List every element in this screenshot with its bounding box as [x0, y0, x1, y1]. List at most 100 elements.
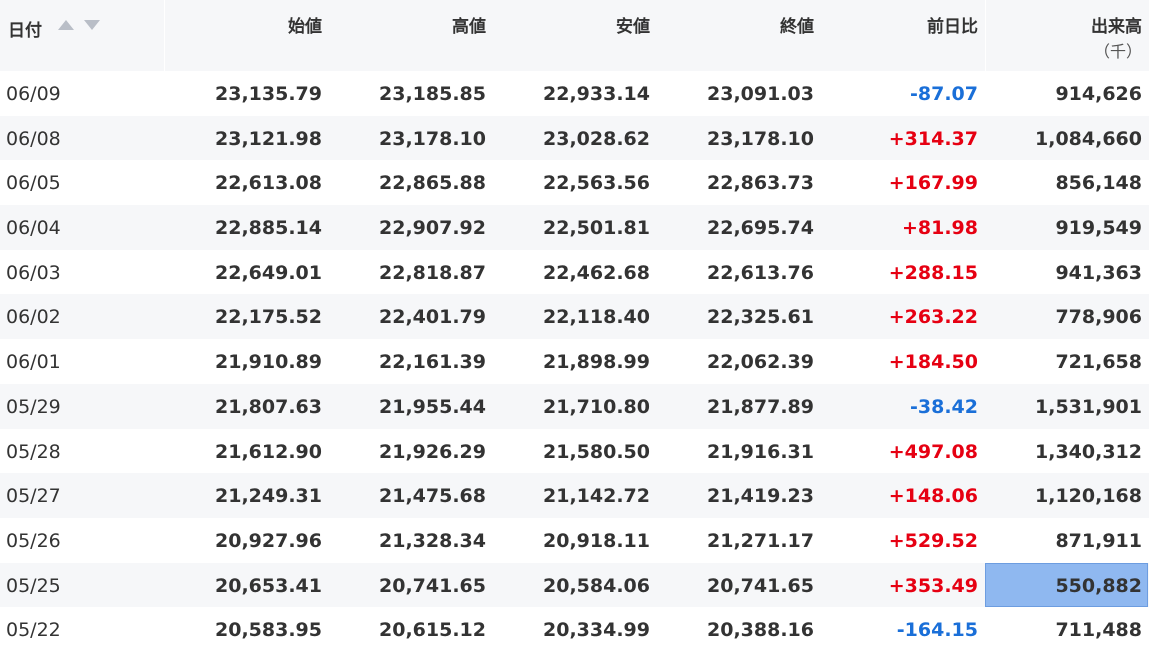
- cell-high: 21,955.44: [379, 395, 486, 418]
- cell-volume[interactable]: 1,340,312: [986, 429, 1142, 474]
- header-date[interactable]: 日付: [0, 0, 164, 71]
- cell-date: 05/29: [6, 395, 61, 418]
- header-date-label: 日付: [8, 21, 42, 41]
- table-row: 05/27 21,249.31 21,475.68 21,142.72 21,419.2…: [0, 473, 1149, 518]
- cell-close: 23,178.10: [707, 127, 814, 150]
- cell-close: 22,325.61: [707, 306, 814, 329]
- cell-close: 21,877.89: [707, 395, 814, 418]
- table-row: 06/02 22,175.52 22,401.79 22,118.40 22,325.6…: [0, 294, 1149, 340]
- header-close: 終値: [652, 0, 814, 71]
- cell-date: 06/04: [6, 217, 61, 240]
- cell-high: 22,907.92: [379, 217, 486, 240]
- cell-change: -38.42: [910, 395, 978, 418]
- cell-high: 21,926.29: [379, 440, 486, 463]
- table-row: 06/08 23,121.98 23,178.10 23,028.62 23,178.1…: [0, 115, 1149, 161]
- cell-change: -87.07: [910, 83, 978, 105]
- cell-high: 20,615.12: [379, 619, 486, 642]
- cell-date: 05/26: [6, 529, 61, 552]
- cell-change: +497.08: [888, 440, 978, 463]
- cell-change: +81.98: [901, 217, 978, 240]
- cell-high: 23,185.85: [379, 83, 486, 105]
- cell-change: -164.15: [896, 619, 978, 642]
- table-row: 06/04 22,885.14 22,907.92 22,501.81 22,695.7…: [0, 205, 1149, 250]
- price-history-table: 日付 始値 高値 安値 終値 前日比 出来高 （千） 06/09 23,135.7…: [0, 0, 1149, 650]
- cell-change: +314.37: [888, 127, 978, 150]
- cell-change: +529.52: [888, 529, 978, 552]
- table-row: 06/03 22,649.01 22,818.87 22,462.68 22,613.7…: [0, 250, 1149, 295]
- sort-control[interactable]: [58, 18, 102, 32]
- cell-low: 22,462.68: [543, 261, 650, 284]
- cell-high: 23,178.10: [379, 127, 486, 150]
- cell-volume[interactable]: 941,363: [986, 250, 1142, 295]
- sort-descending-icon[interactable]: [84, 20, 100, 30]
- header-close-label: 終値: [780, 17, 814, 37]
- header-low: 安値: [488, 0, 650, 71]
- cell-low: 20,584.06: [543, 574, 650, 597]
- cell-close: 22,695.74: [707, 217, 814, 240]
- cell-date: 06/03: [6, 261, 61, 284]
- header-change: 前日比: [816, 0, 978, 71]
- cell-open: 23,121.98: [215, 127, 322, 150]
- cell-change: +353.49: [888, 574, 978, 597]
- cell-low: 22,563.56: [543, 172, 650, 195]
- header-open-label: 始値: [288, 17, 322, 37]
- cell-volume[interactable]: 1,120,168: [986, 473, 1142, 518]
- cell-open: 21,612.90: [215, 440, 322, 463]
- cell-volume[interactable]: 778,906: [986, 294, 1142, 339]
- cell-open: 21,807.63: [215, 395, 322, 418]
- header-open: 始値: [160, 0, 322, 71]
- table-row: 05/22 20,583.95 20,615.12 20,334.99 20,388.1…: [0, 607, 1149, 650]
- cell-date: 05/27: [6, 485, 61, 508]
- cell-open: 20,653.41: [215, 574, 322, 597]
- cell-open: 20,583.95: [215, 619, 322, 642]
- cell-low: 21,710.80: [543, 395, 650, 418]
- cell-date: 05/22: [6, 619, 61, 642]
- cell-close: 22,613.76: [707, 261, 814, 284]
- cell-date: 06/09: [6, 83, 61, 105]
- cell-date: 06/02: [6, 306, 61, 329]
- table-row: 06/09 23,135.79 23,185.85 22,933.14 23,091.0…: [0, 71, 1149, 116]
- cell-volume[interactable]: 919,549: [986, 205, 1142, 250]
- cell-high: 22,865.88: [379, 172, 486, 195]
- cell-low: 20,334.99: [543, 619, 650, 642]
- cell-volume[interactable]: 871,911: [986, 518, 1142, 563]
- cell-open: 21,910.89: [215, 351, 322, 374]
- header-change-label: 前日比: [927, 17, 978, 37]
- cell-change: +148.06: [888, 485, 978, 508]
- cell-open: 22,649.01: [215, 261, 322, 284]
- cell-change: +167.99: [888, 172, 978, 195]
- cell-change: +288.15: [888, 261, 978, 284]
- table-row: 05/25 20,653.41 20,741.65 20,584.06 20,741.6…: [0, 562, 1149, 608]
- table-header: 日付 始値 高値 安値 終値 前日比 出来高 （千）: [0, 0, 1149, 71]
- cell-volume[interactable]: 856,148: [986, 160, 1142, 205]
- header-volume: 出来高 （千）: [986, 0, 1142, 71]
- cell-low: 22,933.14: [543, 83, 650, 105]
- cell-date: 06/05: [6, 172, 61, 195]
- cell-volume[interactable]: 1,531,901: [986, 384, 1142, 429]
- header-volume-unit: （千）: [1093, 42, 1142, 61]
- cell-volume[interactable]: 550,882: [986, 563, 1142, 608]
- cell-date: 06/08: [6, 127, 61, 150]
- table-row: 05/26 20,927.96 21,328.34 20,918.11 21,271.1…: [0, 518, 1149, 563]
- cell-volume[interactable]: 711,488: [986, 607, 1142, 650]
- cell-close: 22,863.73: [707, 172, 814, 195]
- cell-open: 20,927.96: [215, 529, 322, 552]
- cell-volume[interactable]: 914,626: [986, 71, 1142, 116]
- cell-low: 21,142.72: [543, 485, 650, 508]
- cell-date: 05/28: [6, 440, 61, 463]
- cell-close: 21,916.31: [707, 440, 814, 463]
- cell-low: 20,918.11: [543, 529, 650, 552]
- sort-ascending-icon[interactable]: [58, 20, 74, 30]
- cell-volume[interactable]: 721,658: [986, 339, 1142, 384]
- header-high: 高値: [324, 0, 486, 71]
- header-low-label: 安値: [616, 17, 650, 37]
- cell-open: 23,135.79: [215, 83, 322, 105]
- cell-high: 22,161.39: [379, 351, 486, 374]
- cell-low: 23,028.62: [543, 127, 650, 150]
- cell-high: 22,401.79: [379, 306, 486, 329]
- cell-volume[interactable]: 1,084,660: [986, 116, 1142, 161]
- cell-date: 05/25: [6, 574, 61, 597]
- cell-change: +184.50: [888, 351, 978, 374]
- cell-high: 22,818.87: [379, 261, 486, 284]
- cell-close: 21,271.17: [707, 529, 814, 552]
